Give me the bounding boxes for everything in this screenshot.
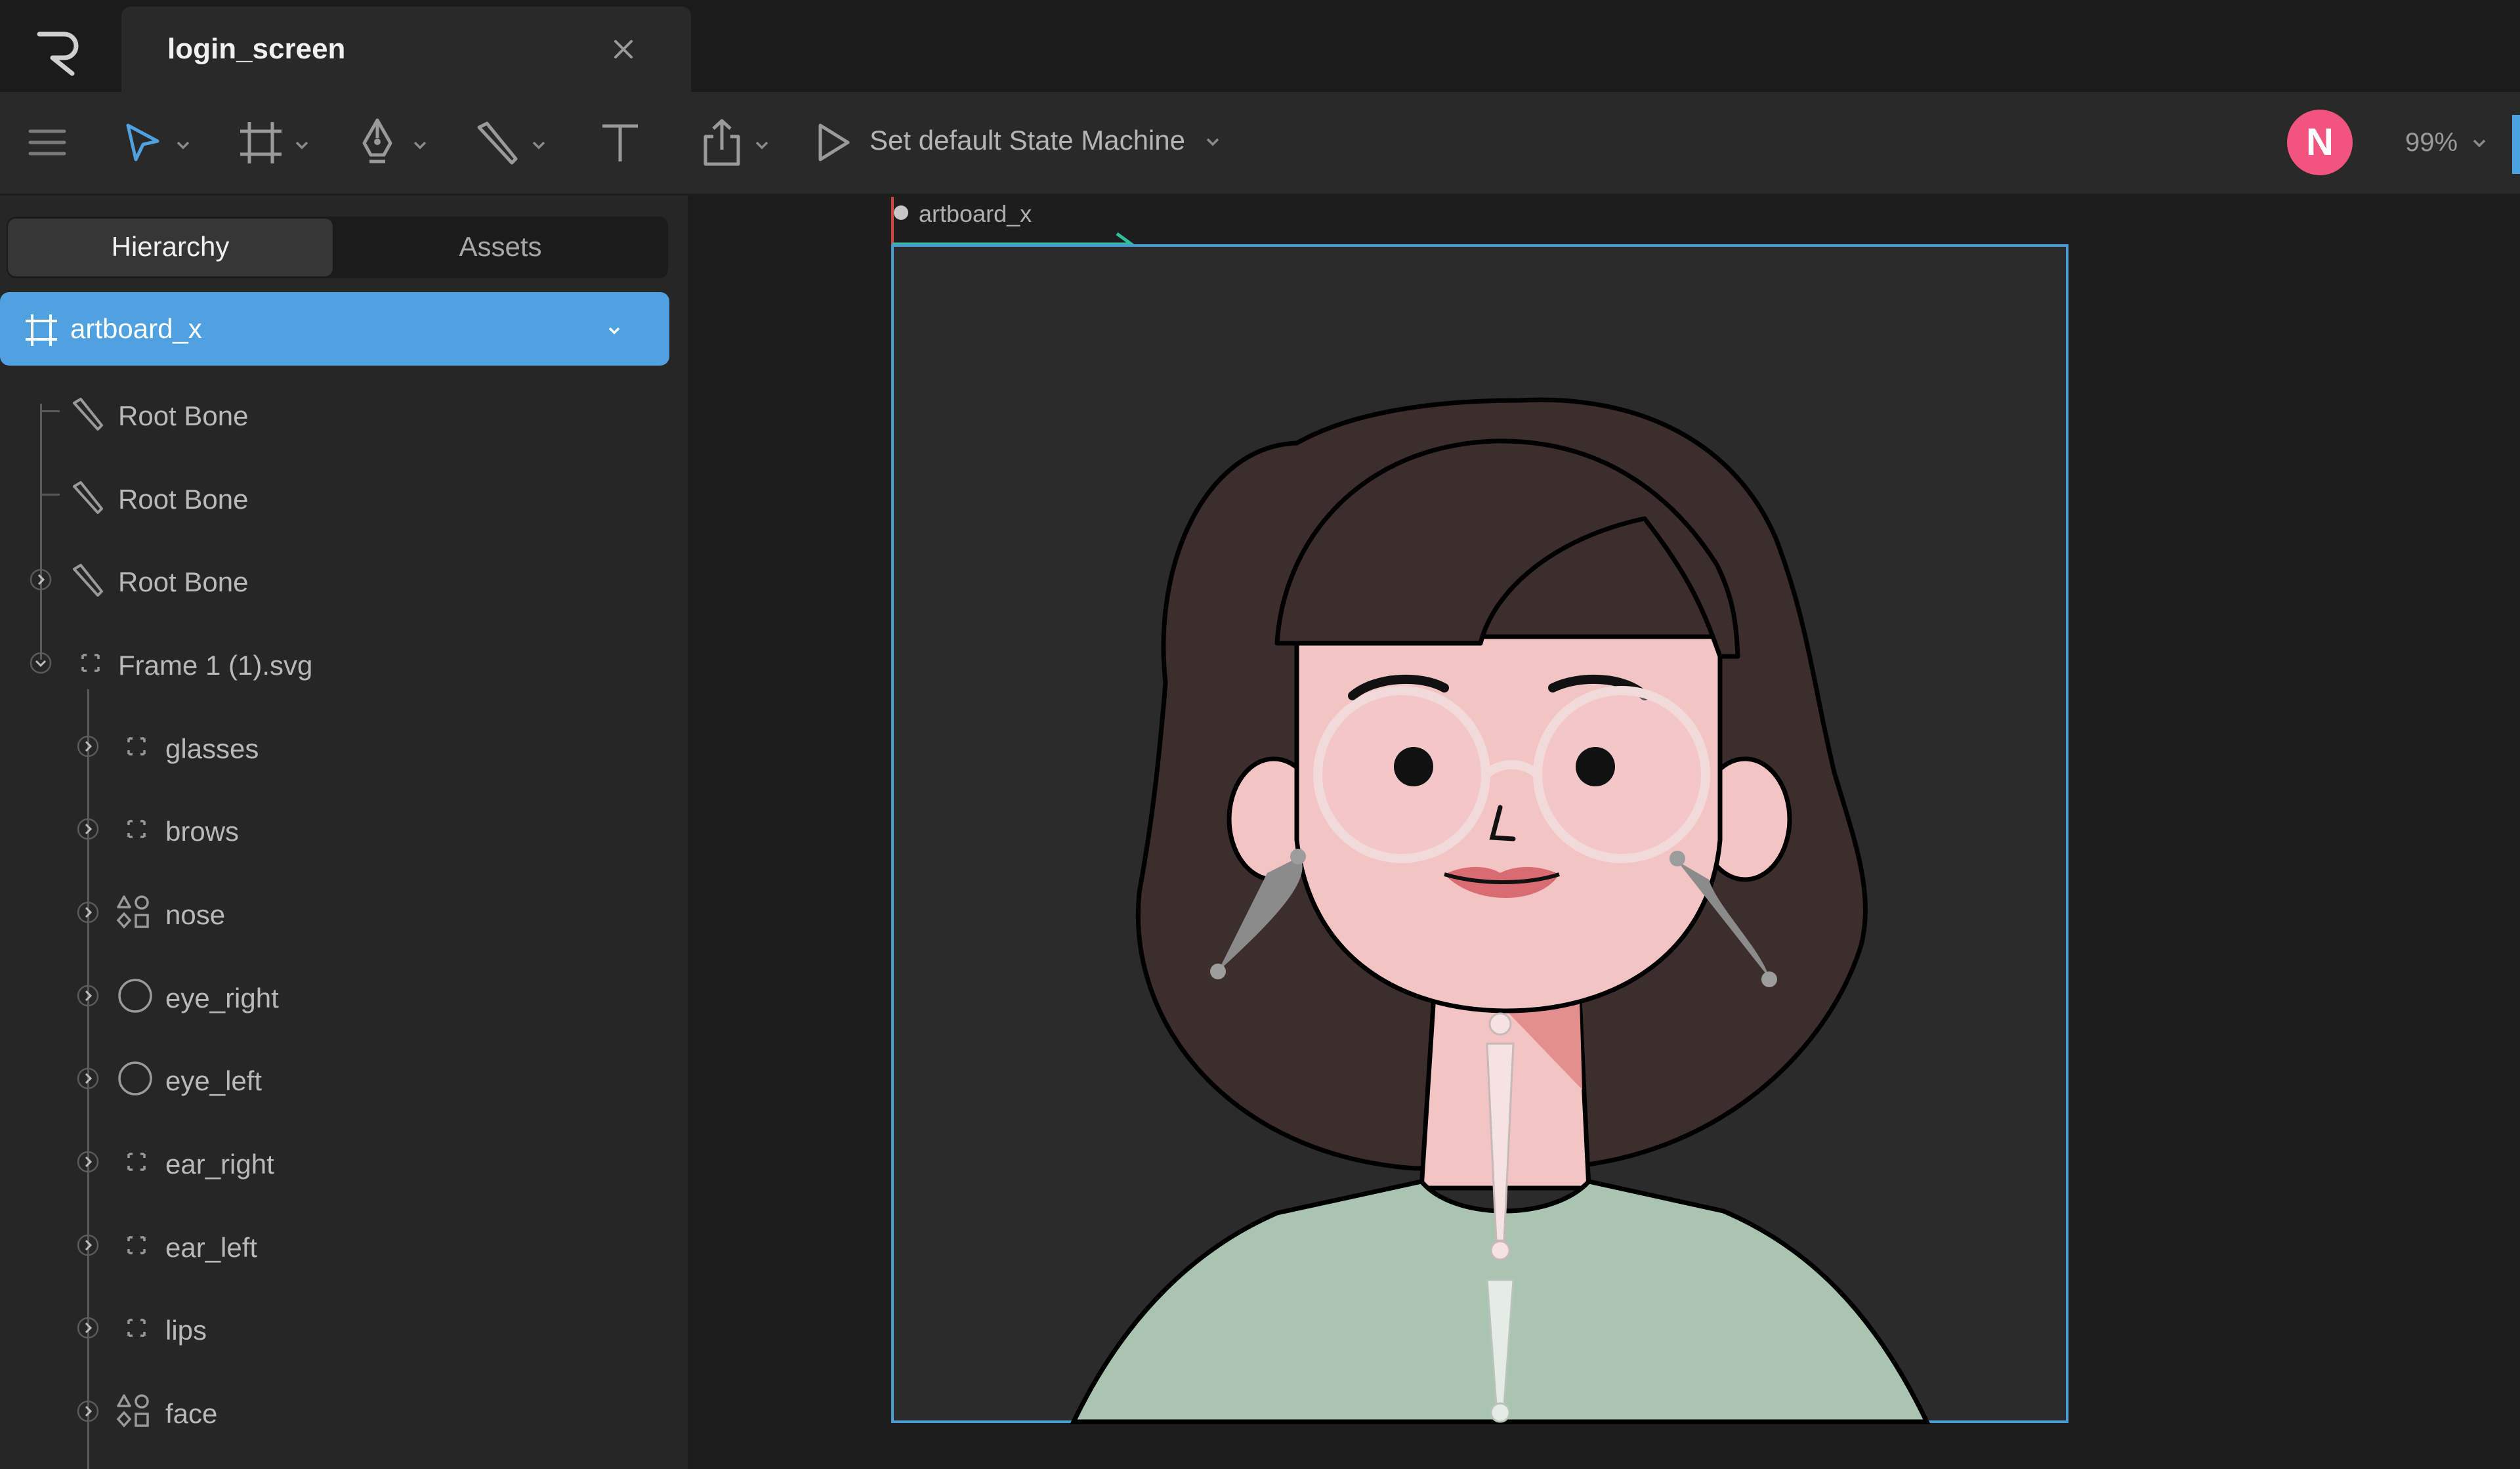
- eye-left: [1394, 747, 1433, 786]
- bone-icon: [73, 481, 103, 514]
- eye-right: [1576, 747, 1615, 786]
- bone-icon: [73, 398, 103, 431]
- chevron-down-icon[interactable]: [2471, 135, 2488, 152]
- ellipse-icon: [118, 979, 152, 1013]
- tree-item-brows[interactable]: brows: [0, 803, 669, 855]
- artboard[interactable]: [890, 197, 2071, 1469]
- expand-chevron-icon[interactable]: [77, 1067, 99, 1090]
- ellipse-icon: [118, 1061, 152, 1096]
- group-icon: [81, 654, 100, 672]
- rive-logo-icon[interactable]: [33, 26, 85, 79]
- chevron-down-icon[interactable]: [1204, 133, 1221, 150]
- export-icon[interactable]: [699, 117, 745, 169]
- user-avatar[interactable]: N: [2287, 110, 2353, 175]
- state-machine-dropdown[interactable]: Set default State Machine: [870, 125, 1185, 156]
- expand-chevron-icon[interactable]: [77, 1151, 99, 1173]
- bone-tool-icon[interactable]: [472, 118, 522, 167]
- group-icon: [127, 737, 146, 756]
- tree-item-glasses[interactable]: glasses: [0, 720, 669, 773]
- shapes-icon: [116, 1394, 149, 1428]
- artboard-row-label: artboard_x: [70, 313, 202, 344]
- tab-hierarchy-label: Hierarchy: [111, 231, 230, 262]
- close-icon[interactable]: [607, 33, 640, 66]
- play-icon[interactable]: [814, 121, 853, 164]
- chevron-down-icon[interactable]: [530, 137, 547, 154]
- collapse-chevron-icon[interactable]: [30, 652, 52, 674]
- chevron-down-icon[interactable]: [411, 137, 429, 154]
- tree-item-label: Root Bone: [118, 566, 249, 597]
- file-tab-label: login_screen: [167, 33, 346, 65]
- tree-item-label: Frame 1 (1).svg: [118, 650, 313, 681]
- expand-chevron-icon[interactable]: [77, 1317, 99, 1339]
- expand-chevron-icon[interactable]: [77, 1400, 99, 1422]
- expand-chevron-icon[interactable]: [77, 818, 99, 840]
- group-icon: [127, 1236, 146, 1254]
- expand-chevron-icon[interactable]: [77, 901, 99, 924]
- tree-item-eye-right[interactable]: eye_right: [0, 969, 669, 1022]
- tree-item-label: face: [165, 1398, 218, 1429]
- tree-guide: [40, 404, 42, 660]
- text-tool-icon[interactable]: [597, 119, 643, 165]
- chevron-down-icon[interactable]: [175, 137, 192, 154]
- tree-item-face[interactable]: face: [0, 1385, 669, 1437]
- expand-chevron-icon[interactable]: [77, 735, 99, 757]
- tree-item-label: eye_left: [165, 1065, 262, 1096]
- tree-item-label: glasses: [165, 733, 259, 764]
- glasses-lens-right: [1533, 686, 1710, 863]
- tree-item-eye-left[interactable]: eye_left: [0, 1052, 669, 1105]
- inspector-edge: [2512, 115, 2520, 174]
- tree-item-label: brows: [165, 816, 240, 847]
- panel-divider[interactable]: [688, 196, 693, 1469]
- chevron-down-icon[interactable]: [604, 320, 625, 341]
- menu-icon[interactable]: [28, 126, 67, 159]
- tree-item-label: Root Bone: [118, 400, 249, 431]
- tree-item-label: lips: [165, 1315, 207, 1346]
- bone-icon: [73, 564, 103, 597]
- group-icon: [127, 820, 146, 838]
- tab-assets[interactable]: Assets: [338, 231, 663, 263]
- tree-item-label: eye_right: [165, 983, 279, 1013]
- artboard-icon: [26, 314, 57, 346]
- tree-item-root-bone[interactable]: Root Bone: [0, 471, 669, 523]
- chevron-down-icon[interactable]: [753, 137, 770, 154]
- group-icon: [127, 1319, 146, 1337]
- expand-chevron-icon[interactable]: [30, 568, 52, 591]
- tree-item-ear-left[interactable]: ear_left: [0, 1219, 669, 1271]
- tree-item-root-bone[interactable]: Root Bone: [0, 553, 669, 606]
- group-icon: [127, 1153, 146, 1171]
- zoom-level[interactable]: 99%: [2405, 128, 2458, 158]
- chevron-down-icon[interactable]: [293, 137, 310, 154]
- expand-chevron-icon[interactable]: [77, 985, 99, 1007]
- pen-tool-icon[interactable]: [358, 117, 397, 169]
- tree-item-nose[interactable]: nose: [0, 886, 669, 939]
- tree-item-label: Root Bone: [118, 484, 249, 515]
- artboard-tool-icon[interactable]: [236, 118, 285, 167]
- expand-chevron-icon[interactable]: [77, 1234, 99, 1256]
- shapes-icon: [116, 895, 149, 929]
- select-tool-icon[interactable]: [121, 121, 164, 164]
- tree-item-label: ear_right: [165, 1149, 274, 1180]
- tree-item-frame-svg[interactable]: Frame 1 (1).svg: [0, 637, 669, 689]
- tree-item-root-bone[interactable]: Root Bone: [0, 387, 669, 440]
- tree-item-ear-right[interactable]: ear_right: [0, 1136, 669, 1188]
- tree-item-label: nose: [165, 899, 226, 930]
- tree-item-lips[interactable]: lips: [0, 1302, 669, 1354]
- tree-item-label: ear_left: [165, 1232, 258, 1263]
